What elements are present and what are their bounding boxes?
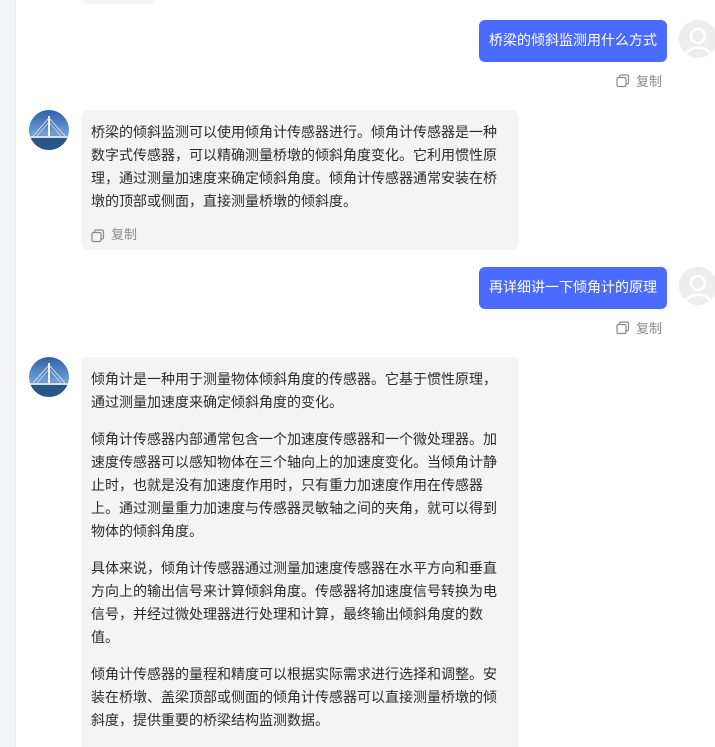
copy-label: 复制	[111, 743, 137, 747]
assistant-paragraph: 桥梁的倾斜监测可以使用倾角计传感器进行。倾角计传感器是一种数字式传感器，可以精确…	[91, 125, 497, 210]
copy-icon	[616, 320, 630, 334]
copy-button[interactable]: 复制	[91, 743, 509, 747]
copy-button[interactable]: 复制	[91, 224, 509, 247]
assistant-paragraph: 倾角计传感器内部通常包含一个加速度传感器和一个微处理器。加速度传感器可以感知物体…	[91, 432, 497, 540]
bridge-avatar-icon	[29, 110, 69, 150]
copy-icon	[91, 228, 105, 242]
user-message-bubble[interactable]: 再详细讲一下倾角计的原理	[479, 267, 667, 309]
assistant-message-bubble: 桥梁的倾斜监测可以使用倾角计传感器进行。倾角计传感器是一种数字式传感器，可以精确…	[81, 110, 519, 250]
copy-icon	[616, 73, 630, 87]
user-message-text: 再详细讲一下倾角计的原理	[489, 280, 657, 296]
bridge-avatar-icon	[29, 357, 69, 397]
copy-button[interactable]: 复制	[616, 318, 662, 337]
assistant-avatar	[29, 357, 69, 397]
copy-button[interactable]: 复制	[616, 71, 662, 90]
previous-message-stub	[81, 0, 155, 4]
assistant-paragraph: 倾角计是一种用于测量物体倾斜角度的传感器。它基于惯性原理，通过测量加速度来确定倾…	[91, 372, 497, 411]
assistant-paragraph: 倾角计传感器的量程和精度可以根据实际需求进行选择和调整。安装在桥墩、盖梁顶部或侧…	[91, 667, 497, 729]
assistant-avatar	[29, 110, 69, 150]
user-avatar[interactable]	[679, 267, 715, 305]
copy-label: 复制	[636, 75, 663, 90]
user-message-bubble[interactable]: 桥梁的倾斜监测用什么方式	[479, 20, 667, 62]
copy-label: 复制	[111, 228, 138, 243]
assistant-paragraph: 具体来说，倾角计传感器通过测量加速度传感器在水平方向和垂直方向上的输出信号来计算…	[91, 561, 497, 646]
user-avatar-icon	[679, 20, 715, 58]
chat-page: 桥梁的倾斜监测用什么方式 复制 桥梁的倾斜监测可以使用倾角计传感器进行。倾角计传…	[0, 0, 715, 747]
user-message-text: 桥梁的倾斜监测用什么方式	[489, 33, 657, 49]
copy-label: 复制	[636, 322, 663, 337]
user-avatar[interactable]	[679, 20, 715, 58]
left-rail	[0, 0, 16, 747]
user-avatar-icon	[679, 267, 715, 305]
assistant-message-bubble: 倾角计是一种用于测量物体倾斜角度的传感器。它基于惯性原理，通过测量加速度来确定倾…	[81, 357, 519, 747]
